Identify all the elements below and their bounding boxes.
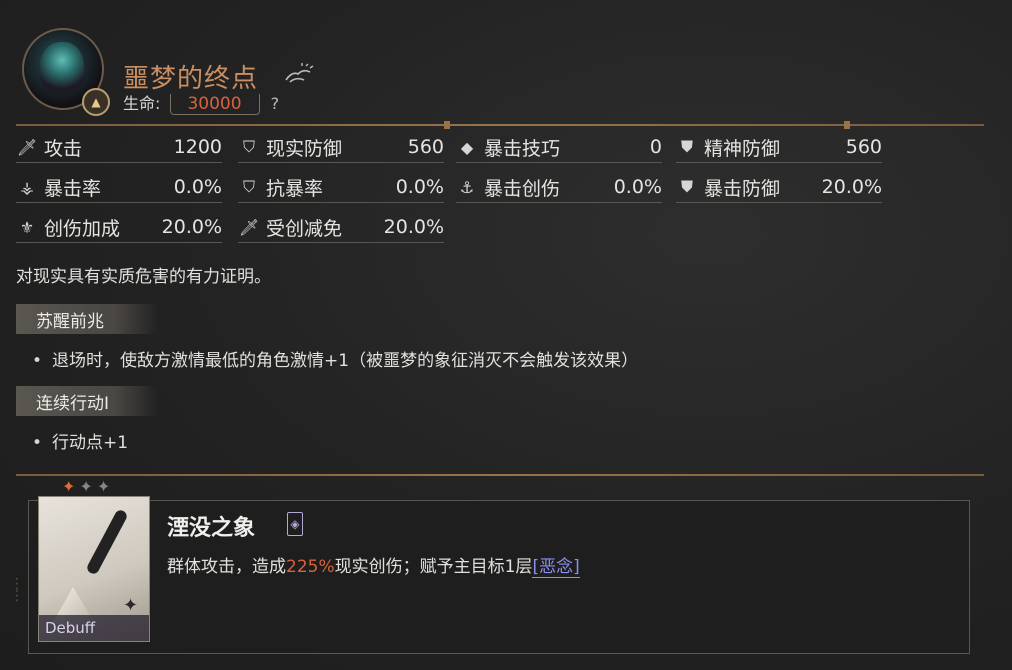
stat-label: 暴击创伤: [484, 177, 561, 200]
star-icon: ✦: [79, 477, 97, 496]
stat-crit-skill: ◆ 暴击技巧 0: [456, 132, 662, 163]
bullet-dot: •: [32, 351, 43, 371]
keyword-link[interactable]: [恶念]: [532, 557, 580, 578]
section-header-awakening: 苏醒前兆: [16, 304, 158, 334]
stat-damage-bonus: ⚜ 创伤加成 20.0%: [16, 212, 222, 243]
stat-label: 攻击: [44, 137, 83, 160]
stat-value: 20.0%: [161, 216, 222, 238]
drag-handle: ⋮ ⋮: [10, 576, 24, 604]
stat-value: 560: [407, 136, 444, 158]
enemy-description: 对现实具有实质危害的有力证明。: [16, 267, 271, 287]
stat-label: 创伤加成: [44, 217, 121, 240]
hp-label: 生命:: [123, 94, 161, 113]
damage-bonus-icon: ⚜: [19, 217, 35, 237]
mind-damage-type-icon: ◈: [287, 512, 303, 536]
stat-crit-resist: ⛉ 抗暴率 0.0%: [238, 172, 444, 203]
stat-value: 0.0%: [173, 176, 222, 198]
stat-label: 暴击率: [44, 177, 102, 200]
skill-type-tag: Debuff: [39, 615, 149, 641]
crit-resist-icon: ⛉: [242, 177, 255, 196]
hp-row: 生命: 30000 ?: [123, 90, 279, 115]
sword-icon: 🗡: [16, 137, 38, 157]
bullet-text: 行动点+1: [52, 433, 129, 453]
hp-value: 30000: [169, 94, 260, 115]
skill-card[interactable]: ✦ Debuff: [38, 496, 150, 642]
stat-mind-defense: ⛊ 精神防御 560: [676, 132, 882, 163]
stat-damage-reduction: 🗡 受创减免 20.0%: [238, 212, 444, 243]
stat-crit-rate: ⚶ 暴击率 0.0%: [16, 172, 222, 203]
skill-description: 群体攻击，造成225%现实创伤；赋予主目标1层[恶念]: [167, 552, 580, 578]
list-item: • 退场时，使敌方激情最低的角色激情+1（被噩梦的象征消灭不会触发该效果）: [32, 346, 638, 371]
stat-value: 0: [649, 136, 662, 158]
star-icon: ✦: [62, 477, 80, 496]
stat-crit-defense: ⛊ 暴击防御 20.0%: [676, 172, 882, 203]
skill-rarity-stars: ✦✦✦: [62, 477, 114, 496]
header-divider: [16, 121, 984, 129]
section-header-consecutive-action: 连续行动I: [16, 386, 158, 416]
avatar-portrait: [40, 42, 84, 94]
stat-label: 受创减免: [266, 217, 343, 240]
slash-art: [85, 508, 129, 576]
enemy-avatar: ▲: [22, 28, 110, 116]
hp-help-icon[interactable]: ?: [271, 94, 280, 113]
stat-real-defense: ⛉ 现实防御 560: [238, 132, 444, 163]
star-icon: ✦: [96, 477, 115, 496]
stat-label: 精神防御: [704, 137, 781, 160]
spark-icon: ✦: [123, 595, 139, 616]
skill-desc-percent: 225%: [286, 557, 335, 577]
skill-desc-text: 现实创伤；赋予主目标1层: [334, 557, 533, 577]
triangle-rank-icon: ▲: [82, 88, 110, 116]
list-item: • 行动点+1: [32, 428, 128, 453]
stat-label: 现实防御: [266, 137, 343, 160]
mind-shield-icon: ⛊: [680, 137, 693, 156]
bullet-text: 退场时，使敌方激情最低的角色激情+1（被噩梦的象征消灭不会触发该效果）: [52, 351, 639, 371]
shield-icon: ⛉: [242, 137, 255, 156]
stat-attack: 🗡 攻击 1200: [16, 132, 222, 163]
stat-value: 560: [845, 136, 882, 158]
diamond-icon: ◆: [460, 137, 474, 157]
stat-value: 20.0%: [383, 216, 444, 238]
stat-label: 暴击防御: [704, 177, 781, 200]
stat-label: 暴击技巧: [484, 137, 561, 160]
hand-wave-icon[interactable]: [282, 62, 316, 86]
crit-damage-icon: ⚓: [459, 177, 475, 197]
crit-defense-icon: ⛊: [680, 177, 693, 196]
stat-crit-damage: ⚓ 暴击创伤 0.0%: [456, 172, 662, 203]
skill-divider: [16, 474, 984, 476]
crit-rate-icon: ⚶: [20, 177, 34, 197]
stat-value: 0.0%: [395, 176, 444, 198]
stat-label: 抗暴率: [266, 177, 324, 200]
skill-name: 湮没之象: [167, 516, 256, 541]
damage-reduction-icon: 🗡: [238, 217, 260, 237]
skill-type-label: Debuff: [45, 619, 96, 637]
stat-value: 20.0%: [821, 176, 882, 198]
skill-desc-text: 群体攻击，造成: [167, 557, 286, 577]
stat-value: 0.0%: [613, 176, 662, 198]
bullet-dot: •: [32, 433, 43, 453]
stat-value: 1200: [173, 136, 222, 158]
